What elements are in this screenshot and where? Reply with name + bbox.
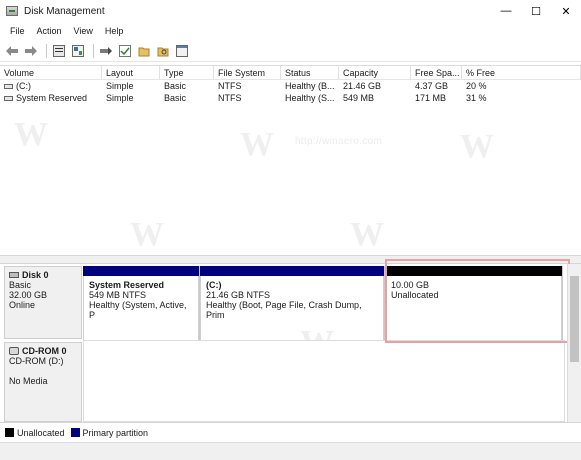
maximize-button[interactable]: ☐ (521, 0, 551, 22)
watermark-logo: W (130, 216, 164, 253)
menu-view[interactable]: View (68, 26, 99, 36)
toolbar (0, 40, 581, 62)
cell-type: Basic (164, 93, 187, 103)
watermark-logo: W (460, 128, 494, 165)
partition-size: 549 MB NTFS (89, 290, 147, 300)
cdrom-0-media-area[interactable] (83, 340, 565, 422)
column-header-status[interactable]: Status (281, 66, 339, 79)
column-header-layout[interactable]: Layout (102, 66, 160, 79)
cell-file-system: NTFS (218, 81, 242, 91)
title-bar: Disk Management — ☐ ✕ (0, 0, 581, 22)
cell-capacity: 21.46 GB (343, 81, 382, 91)
scrollbar-thumb[interactable] (570, 276, 579, 362)
cell-free-space: 171 MB (415, 93, 447, 103)
cell-status: Healthy (B... (285, 81, 335, 91)
toolbar-separator (93, 43, 94, 58)
check-icon[interactable] (117, 43, 133, 59)
disk-management-icon (6, 6, 18, 16)
console-icon[interactable] (174, 43, 190, 59)
disk-0-label[interactable]: Disk 0 Basic 32.00 GB Online (4, 266, 82, 339)
volume-icon (4, 96, 13, 102)
column-header-capacity[interactable]: Capacity (339, 66, 411, 79)
close-button[interactable]: ✕ (551, 0, 581, 22)
unallocated-highlight (385, 259, 570, 343)
forward-icon[interactable] (23, 43, 39, 59)
disk-0-state: Online (9, 300, 36, 310)
vertical-scrollbar[interactable] (567, 264, 581, 422)
column-header-percent-free[interactable]: % Free (462, 66, 581, 79)
cell-status: Healthy (S... (285, 93, 335, 103)
back-icon[interactable] (4, 43, 20, 59)
cell-volume: System Reserved (16, 93, 88, 103)
column-header-type[interactable]: Type (160, 66, 214, 79)
menu-action[interactable]: Action (31, 26, 68, 36)
watermark-logo: W (350, 216, 384, 253)
watermark-text: http://winaero.com (295, 136, 383, 147)
legend-unallocated: Unallocated (17, 427, 65, 438)
search-icon[interactable] (155, 43, 171, 59)
minimize-button[interactable]: — (491, 0, 521, 22)
cdrom-0-name: CD-ROM 0 (22, 346, 67, 356)
cell-free-space: 4.37 GB (415, 81, 449, 91)
partition-status: Healthy (System, Active, P (89, 300, 187, 320)
window-title: Disk Management (24, 5, 105, 17)
disk-icon (9, 272, 19, 278)
legend-primary-partition: Primary partition (82, 427, 149, 438)
cdrom-0-label[interactable]: CD-ROM 0 CD-ROM (D:) No Media (4, 342, 82, 422)
partition-status: Healthy (Boot, Page File, Crash Dump, Pr… (206, 300, 362, 320)
partition-c[interactable]: (C:) 21.46 GB NTFS Healthy (Boot, Page F… (200, 266, 385, 341)
table-row[interactable]: (C:) Simple Basic NTFS Healthy (B... 21.… (0, 80, 581, 92)
menu-bar: File Action View Help (0, 22, 581, 40)
cell-layout: Simple (106, 81, 134, 91)
cd-rom-icon (9, 347, 19, 355)
partition-system-reserved[interactable]: System Reserved 549 MB NTFS Healthy (Sys… (83, 266, 200, 341)
partition-bar (200, 266, 384, 276)
legend-swatch-primary (70, 428, 80, 437)
cell-capacity: 549 MB (343, 93, 375, 103)
toolbar-separator (46, 43, 47, 58)
folder-icon[interactable] (136, 43, 152, 59)
table-row[interactable]: System Reserved Simple Basic NTFS Health… (0, 92, 581, 104)
volume-icon (4, 84, 13, 90)
column-header-volume[interactable]: Volume (0, 66, 102, 79)
connect-icon[interactable] (98, 43, 114, 59)
column-header-file-system[interactable]: File System (214, 66, 281, 79)
watermark-logo: W (240, 126, 274, 163)
help-icon[interactable] (70, 43, 86, 59)
cell-file-system: NTFS (218, 93, 242, 103)
volume-table-header: Volume Layout Type File System Status Ca… (0, 66, 581, 80)
partition-bar (83, 266, 199, 276)
volume-list: W W W W W http://winaero.com Volume Layo… (0, 65, 581, 255)
window-controls: — ☐ ✕ (491, 0, 581, 22)
cell-percent-free: 31 % (466, 93, 487, 103)
menu-help[interactable]: Help (99, 26, 130, 36)
cell-volume: (C:) (16, 81, 31, 91)
cdrom-0-state: No Media (9, 376, 48, 386)
disk-0-type: Basic (9, 280, 32, 290)
legend: Unallocated Primary partition (0, 422, 581, 442)
cell-percent-free: 20 % (466, 81, 487, 91)
partition-name: System Reserved (89, 280, 165, 290)
disk-0-size: 32.00 GB (9, 290, 48, 300)
partition-name: (C:) (206, 280, 222, 290)
partition-size: 21.46 GB NTFS (206, 290, 271, 300)
watermark-logo: W (14, 116, 48, 153)
column-header-free-space[interactable]: Free Spa... (411, 66, 462, 79)
cdrom-0-drive: CD-ROM (D:) (9, 356, 64, 366)
cell-type: Basic (164, 81, 187, 91)
status-bar (0, 442, 581, 460)
cell-layout: Simple (106, 93, 134, 103)
disk-0-name: Disk 0 (22, 270, 49, 280)
menu-file[interactable]: File (4, 26, 31, 36)
properties-icon[interactable] (51, 43, 67, 59)
legend-swatch-unallocated (5, 428, 14, 437)
